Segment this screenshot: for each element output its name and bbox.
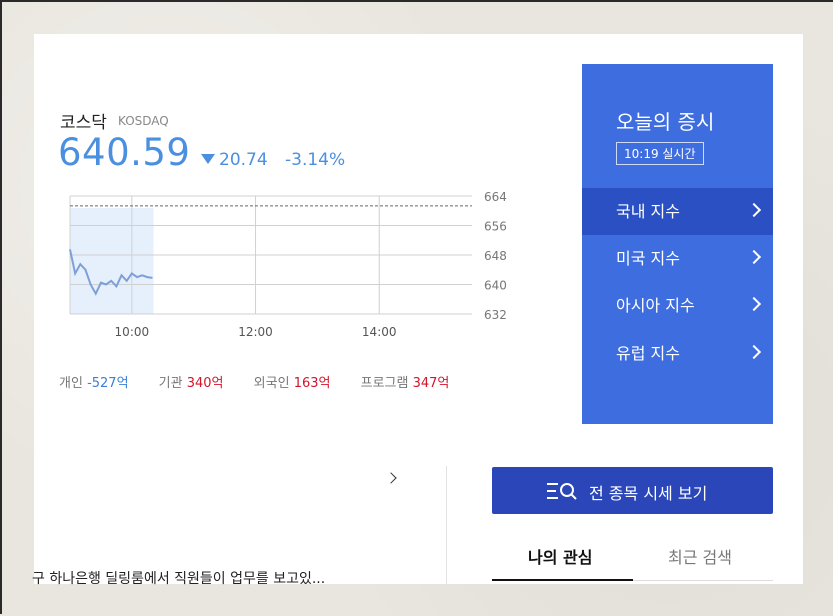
investor-foreign: 외국인 163억 — [254, 376, 331, 391]
investor-label: 기관 — [158, 376, 183, 391]
y-tick-label: 656 — [484, 220, 507, 234]
chevron-right-icon — [746, 296, 762, 312]
investor-value: 163억 — [293, 376, 331, 391]
investor-label: 개인 — [59, 376, 83, 391]
investor-value: -527억 — [87, 376, 129, 391]
chevron-right-icon[interactable] — [385, 472, 397, 484]
x-tick-label: 10:00 — [115, 325, 150, 339]
y-tick-label: 664 — [484, 190, 507, 204]
menu-item-domestic-index[interactable]: 국내 지수 — [582, 188, 773, 235]
investor-breakdown: 개인 -527억 기관 340억 외국인 163억 프로그램 347억 — [59, 372, 475, 391]
intraday-line-chart[interactable]: 632 640 648 656 664 10:00 12:00 14:00 — [34, 184, 534, 364]
y-tick-label: 632 — [484, 308, 507, 322]
market-box-title: 오늘의 증시 — [616, 110, 715, 134]
news-headline[interactable]: 구 하나은행 딜링룸에서 직원들이 업무를 보고있... — [32, 568, 325, 588]
x-tick-label: 12:00 — [238, 325, 273, 339]
menu-item-label: 유럽 지수 — [616, 344, 680, 363]
menu-item-label: 국내 지수 — [616, 202, 680, 221]
investor-label: 프로그램 — [360, 376, 409, 391]
index-name-en: KOSDAQ — [118, 114, 169, 128]
down-triangle-icon — [201, 154, 215, 164]
investor-value: 347억 — [412, 376, 450, 391]
menu-item-us-index[interactable]: 미국 지수 — [582, 235, 773, 282]
index-change: 20.74 — [219, 150, 268, 170]
investor-value: 340억 — [186, 376, 224, 391]
realtime-badge: 10:19 실시간 — [616, 142, 704, 165]
menu-item-asia-index[interactable]: 아시아 지수 — [582, 282, 773, 329]
divider — [446, 466, 447, 584]
tab-recent-search[interactable]: 최근 검색 — [668, 544, 732, 568]
tab-divider-line — [633, 580, 773, 581]
stock-widget-panel: 코스닥 KOSDAQ 640.59 20.74 -3.14% 632 640 648… — [32, 34, 803, 587]
investor-individual: 개인 -527억 — [59, 376, 129, 391]
x-tick-label: 14:00 — [362, 325, 397, 339]
menu-item-label: 아시아 지수 — [616, 296, 695, 315]
y-tick-label: 648 — [484, 249, 507, 263]
investor-institution: 기관 340억 — [159, 376, 224, 391]
index-value: 640.59 — [58, 131, 191, 174]
investor-program: 프로그램 347억 — [361, 376, 450, 391]
tab-my-interest[interactable]: 나의 관심 — [528, 544, 592, 568]
y-tick-label: 640 — [484, 279, 507, 293]
list-search-icon — [547, 483, 577, 500]
menu-item-europe-index[interactable]: 유럽 지수 — [582, 330, 773, 377]
chevron-right-icon — [746, 249, 762, 265]
chart-shaded-area — [70, 208, 154, 314]
view-all-stocks-button[interactable]: 전 종목 시세 보기 — [492, 467, 773, 514]
index-name[interactable]: 코스닥 — [60, 108, 107, 133]
menu-item-label: 미국 지수 — [616, 249, 680, 268]
chevron-right-icon — [746, 202, 762, 218]
active-tab-indicator — [492, 579, 633, 581]
view-all-stocks-label: 전 종목 시세 보기 — [589, 484, 708, 503]
today-market-box: 오늘의 증시 10:19 실시간 국내 지수 미국 지수 아시아 지수 유럽 지… — [582, 64, 773, 424]
index-change-percent: -3.14% — [285, 150, 346, 170]
investor-label: 외국인 — [253, 376, 290, 391]
chevron-right-icon — [746, 344, 762, 360]
